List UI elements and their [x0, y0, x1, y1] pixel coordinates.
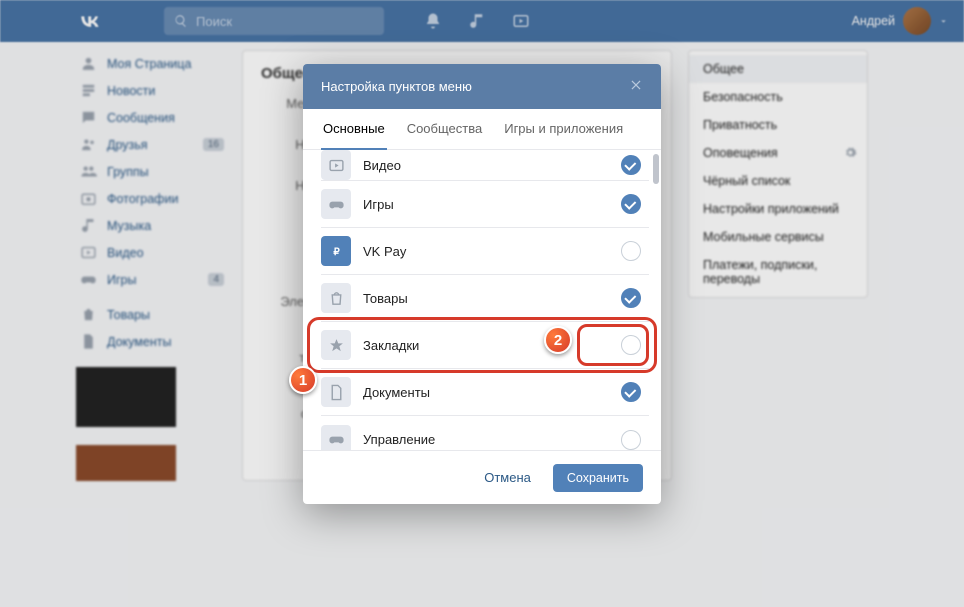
tab-main[interactable]: Основные	[321, 109, 387, 150]
toggle-games[interactable]	[621, 194, 641, 214]
menu-item-label: Управление	[363, 432, 621, 447]
scrollbar[interactable]	[653, 154, 659, 184]
menu-item-video[interactable]: Видео	[321, 150, 649, 181]
close-button[interactable]	[629, 78, 643, 95]
tab-communities[interactable]: Сообщества	[405, 109, 485, 149]
menu-item-label: Документы	[363, 385, 621, 400]
menu-item-documents[interactable]: Документы	[321, 369, 649, 416]
toggle-vkpay[interactable]	[621, 241, 641, 261]
menu-item-label: Закладки	[363, 338, 621, 353]
star-icon	[321, 330, 351, 360]
callout-marker-1: 1	[289, 366, 317, 394]
menu-item-vkpay[interactable]: ₽ VK Pay	[321, 228, 649, 275]
cancel-button[interactable]: Отмена	[474, 463, 541, 492]
menu-item-market[interactable]: Товары	[321, 275, 649, 322]
menu-item-bookmarks[interactable]: Закладки	[321, 322, 649, 369]
close-icon	[629, 78, 643, 92]
callout-marker-2: 2	[544, 326, 572, 354]
gamepad-icon	[321, 189, 351, 219]
menu-item-label: Товары	[363, 291, 621, 306]
modal-title: Настройка пунктов меню	[321, 79, 472, 94]
menu-item-label: Видео	[363, 158, 621, 173]
menu-item-label: Игры	[363, 197, 621, 212]
menu-item-manage[interactable]: Управление	[321, 416, 649, 450]
tab-games-apps[interactable]: Игры и приложения	[502, 109, 625, 149]
toggle-manage[interactable]	[621, 430, 641, 450]
ruble-icon: ₽	[321, 236, 351, 266]
modal-header: Настройка пунктов меню	[303, 64, 661, 109]
doc-icon	[321, 377, 351, 407]
save-button[interactable]: Сохранить	[553, 464, 643, 492]
bag-icon	[321, 283, 351, 313]
modal-body: Видео Игры ₽ VK Pay Товары	[303, 150, 661, 450]
modal-tabs: Основные Сообщества Игры и приложения	[303, 109, 661, 150]
play-icon	[321, 150, 351, 180]
menu-item-label: VK Pay	[363, 244, 621, 259]
menu-item-games[interactable]: Игры	[321, 181, 649, 228]
svg-text:₽: ₽	[333, 247, 340, 258]
toggle-bookmarks[interactable]	[621, 335, 641, 355]
menu-settings-modal: Настройка пунктов меню Основные Сообщест…	[303, 64, 661, 504]
modal-overlay: Настройка пунктов меню Основные Сообщест…	[0, 0, 964, 607]
toggle-market[interactable]	[621, 288, 641, 308]
gamepad-icon	[321, 425, 351, 451]
toggle-video[interactable]	[621, 155, 641, 175]
modal-footer: Отмена Сохранить	[303, 450, 661, 504]
toggle-documents[interactable]	[621, 382, 641, 402]
